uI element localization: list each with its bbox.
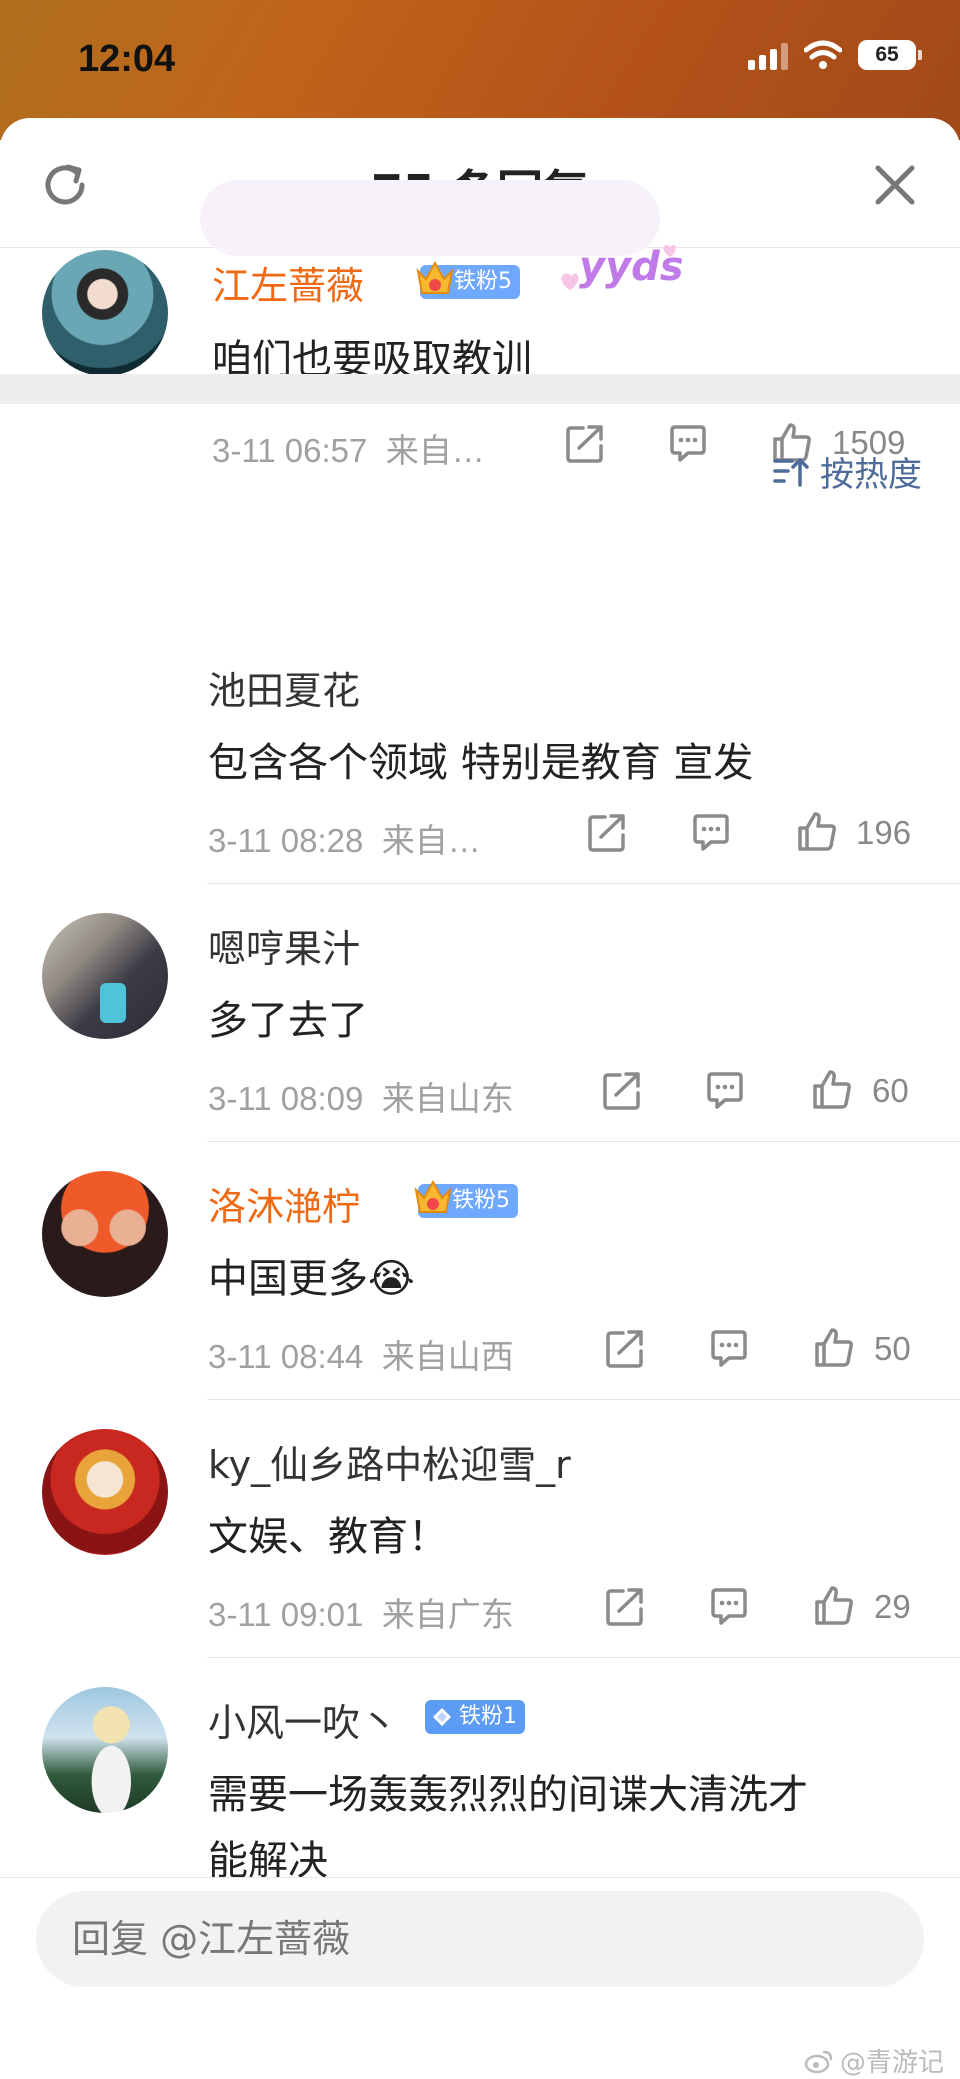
- crown-icon: [414, 1179, 452, 1213]
- username[interactable]: ky_仙乡路中松迎雪_r: [208, 1434, 571, 1489]
- avatar[interactable]: [42, 250, 168, 376]
- sort-toggle[interactable]: 按热度: [772, 447, 922, 496]
- comment-icon[interactable]: [666, 422, 710, 466]
- like-count: 29: [874, 1588, 911, 1625]
- like-icon[interactable]: [812, 1325, 856, 1369]
- reply-input[interactable]: 回复 @江左蔷薇: [36, 1891, 924, 1987]
- status-icons: 65: [748, 40, 922, 70]
- like-icon[interactable]: [810, 1067, 854, 1111]
- sort-icon: [773, 457, 809, 487]
- avatar[interactable]: [42, 655, 168, 781]
- comment-text: 中国更多😭: [208, 1256, 415, 1302]
- comment-icon[interactable]: [689, 811, 733, 855]
- close-icon[interactable]: [870, 160, 920, 210]
- divider: [207, 883, 960, 884]
- username[interactable]: 嗯哼果汁: [208, 918, 360, 973]
- comment-text: 文娱、教育！: [208, 1514, 448, 1560]
- username[interactable]: 池田夏花: [208, 660, 360, 715]
- svg-text:yyds: yyds: [579, 244, 684, 290]
- status-time: 12:04: [78, 38, 176, 80]
- avatar[interactable]: [42, 1429, 168, 1555]
- avatar[interactable]: [42, 1687, 168, 1813]
- comment-meta: 3-11 09:01 来自广东: [208, 1596, 514, 1633]
- comment-icon[interactable]: [707, 1327, 751, 1371]
- comment-icon[interactable]: [707, 1585, 751, 1629]
- username[interactable]: 小风一吹丶: [208, 1692, 398, 1747]
- like-icon[interactable]: [812, 1583, 856, 1627]
- fan-badge: 铁粉5: [416, 260, 520, 299]
- like-count: 60: [872, 1072, 909, 1109]
- comment-meta: 3-11 08:44 来自山西: [208, 1338, 514, 1375]
- like-count: 50: [874, 1330, 911, 1367]
- comment-meta: 3-11 08:09 来自山东: [208, 1080, 514, 1117]
- crown-icon: [416, 260, 454, 294]
- like-count: 196: [856, 814, 912, 851]
- username[interactable]: 江左蔷薇: [212, 255, 364, 310]
- fan-badge: 铁粉1: [425, 1700, 525, 1734]
- sort-label: 按热度: [820, 455, 922, 495]
- cellular-signal-icon: [748, 40, 788, 70]
- comment-meta: 3-11 06:57 来自…: [212, 432, 485, 469]
- share-icon[interactable]: [585, 811, 629, 855]
- diamond-icon: [433, 1708, 451, 1726]
- battery-icon: 65: [858, 40, 922, 70]
- comment-text-line-1: 需要一场轰轰烈烈的间谍大清洗才: [208, 1772, 808, 1818]
- section-gap: [0, 374, 960, 404]
- watermark: @青游记: [804, 2042, 944, 2079]
- yyds-sticker-icon: yyds: [561, 244, 684, 290]
- divider: [207, 1657, 960, 1658]
- username[interactable]: 洛沐滟柠: [208, 1176, 360, 1231]
- share-icon[interactable]: [603, 1585, 647, 1629]
- share-icon[interactable]: [603, 1327, 647, 1371]
- comment-icon[interactable]: [703, 1069, 747, 1113]
- comment-meta: 3-11 08:28 来自…: [208, 822, 481, 859]
- divider: [207, 1141, 960, 1142]
- weibo-logo-icon: [804, 2050, 833, 2073]
- crying-emoji-icon: 😭: [368, 1256, 415, 1302]
- comment-text: 多了去了: [208, 998, 368, 1044]
- wifi-icon: [804, 40, 842, 69]
- avatar[interactable]: [42, 913, 168, 1039]
- share-icon[interactable]: [600, 1069, 644, 1113]
- fan-badge: 铁粉5: [414, 1179, 518, 1218]
- share-icon[interactable]: [563, 422, 607, 466]
- like-icon[interactable]: [795, 809, 839, 853]
- comment-text: 包含各个领域 特别是教育 宣发: [208, 740, 754, 786]
- divider: [207, 1399, 960, 1400]
- avatar[interactable]: [42, 1171, 168, 1297]
